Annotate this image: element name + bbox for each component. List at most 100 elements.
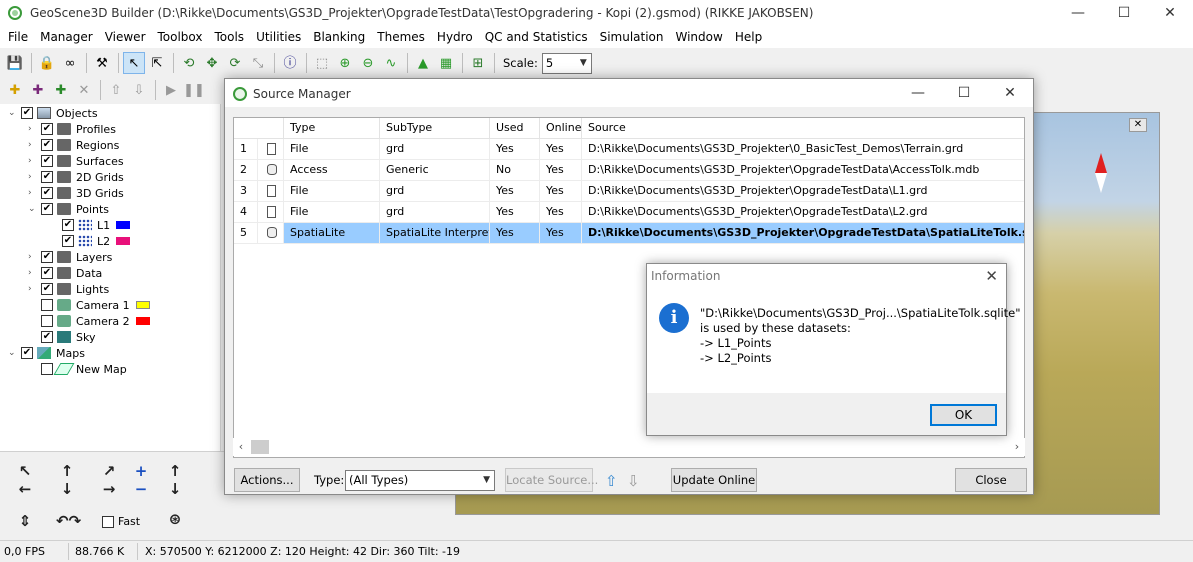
data-checkbox[interactable]: ✔ bbox=[41, 267, 53, 279]
dialog-minimize-button[interactable]: — bbox=[895, 79, 941, 107]
menu-toolbox[interactable]: Toolbox bbox=[152, 30, 209, 44]
move-down-yellow-icon[interactable]: ✚ bbox=[4, 79, 26, 101]
actions-button[interactable]: Actions... bbox=[234, 468, 300, 492]
horizontal-scrollbar[interactable]: ‹ › bbox=[233, 438, 1025, 456]
layers-checkbox[interactable]: ✔ bbox=[41, 251, 53, 263]
camera1-checkbox[interactable] bbox=[41, 299, 53, 311]
new-map-checkbox[interactable] bbox=[41, 363, 53, 375]
terrain-icon[interactable]: ▲ bbox=[412, 52, 434, 74]
scroll-left-icon[interactable]: ‹ bbox=[233, 439, 249, 455]
zoom-view-icon[interactable]: ⟳ bbox=[224, 52, 246, 74]
remove-point-icon[interactable]: ⊖ bbox=[357, 52, 379, 74]
close-window-button[interactable]: ✕ bbox=[1147, 0, 1193, 26]
open-icon[interactable]: 🔒 bbox=[36, 52, 58, 74]
maximize-button[interactable]: ☐ bbox=[1101, 0, 1147, 26]
menu-tools[interactable]: Tools bbox=[209, 30, 251, 44]
scale-select[interactable]: 5 ▼ bbox=[541, 52, 592, 74]
menu-themes[interactable]: Themes bbox=[371, 30, 431, 44]
menu-utilities[interactable]: Utilities bbox=[250, 30, 307, 44]
tree-node-maps[interactable]: ⌄ ✔ Maps bbox=[8, 345, 85, 361]
tree-node-regions[interactable]: › ✔ Regions bbox=[28, 137, 119, 153]
rotate-view-icon[interactable]: ⟲ bbox=[178, 52, 200, 74]
menu-file[interactable]: File bbox=[2, 30, 34, 44]
menu-viewer[interactable]: Viewer bbox=[99, 30, 152, 44]
chevron-down-icon[interactable]: ⌄ bbox=[28, 204, 37, 214]
menu-hydro[interactable]: Hydro bbox=[431, 30, 479, 44]
column-header-online[interactable]: Online bbox=[540, 118, 582, 139]
nav-left-icon[interactable]: ← bbox=[16, 480, 34, 498]
chevron-down-icon[interactable]: ⌄ bbox=[8, 108, 17, 118]
lights-checkbox[interactable]: ✔ bbox=[41, 283, 53, 295]
layer-grid-icon[interactable]: ▦ bbox=[435, 52, 457, 74]
snapshot-icon[interactable]: ⊞ bbox=[467, 52, 489, 74]
pan-view-icon[interactable]: ✥ bbox=[201, 52, 223, 74]
minimize-button[interactable]: — bbox=[1055, 0, 1101, 26]
move-down-icon[interactable]: ⇩ bbox=[627, 472, 640, 490]
menu-blanking[interactable]: Blanking bbox=[307, 30, 371, 44]
update-online-button[interactable]: Update Online bbox=[671, 468, 757, 492]
tree-node-sky[interactable]: ✔ Sky bbox=[41, 329, 95, 345]
scrollbar-thumb[interactable] bbox=[251, 440, 269, 454]
column-header-source[interactable]: Source bbox=[582, 118, 1024, 139]
nav-right-icon[interactable]: → bbox=[100, 480, 118, 498]
chevron-right-icon[interactable]: › bbox=[28, 172, 37, 182]
chevron-right-icon[interactable]: › bbox=[28, 156, 37, 166]
move-up-icon[interactable]: ⇧ bbox=[605, 472, 618, 490]
tree-node-points[interactable]: ⌄ ✔ Points bbox=[28, 201, 109, 217]
points-checkbox[interactable]: ✔ bbox=[41, 203, 53, 215]
scroll-right-icon[interactable]: › bbox=[1009, 439, 1025, 455]
maps-checkbox[interactable]: ✔ bbox=[21, 347, 33, 359]
chevron-right-icon[interactable]: › bbox=[28, 124, 37, 134]
camera2-checkbox[interactable] bbox=[41, 315, 53, 327]
tree-node-layers[interactable]: › ✔ Layers bbox=[28, 249, 112, 265]
tree-node-camera1[interactable]: Camera 1 bbox=[41, 297, 150, 313]
nav-up-icon[interactable]: ↑ bbox=[58, 462, 76, 480]
menu-help[interactable]: Help bbox=[729, 30, 768, 44]
column-header-used[interactable]: Used bbox=[490, 118, 540, 139]
nav-raise-icon[interactable]: ↑ bbox=[166, 462, 184, 480]
grids2d-checkbox[interactable]: ✔ bbox=[41, 171, 53, 183]
menu-qc-statistics[interactable]: QC and Statistics bbox=[479, 30, 594, 44]
tree-node-objects[interactable]: ⌄ ✔ Objects bbox=[8, 105, 98, 121]
objects-checkbox[interactable]: ✔ bbox=[21, 107, 33, 119]
l2-checkbox[interactable]: ✔ bbox=[62, 235, 74, 247]
menu-manager[interactable]: Manager bbox=[34, 30, 99, 44]
zoom-extent-icon[interactable]: ⊛ bbox=[166, 510, 184, 528]
tree-node-data[interactable]: › ✔ Data bbox=[28, 265, 102, 281]
binoculars-icon[interactable]: ∞ bbox=[59, 52, 81, 74]
tree-node-profiles[interactable]: › ✔ Profiles bbox=[28, 121, 116, 137]
close-icon[interactable]: ✕ bbox=[985, 267, 998, 285]
delete-icon[interactable]: ✕ bbox=[73, 79, 95, 101]
move-down-purple-icon[interactable]: ✚ bbox=[27, 79, 49, 101]
close-button[interactable]: Close bbox=[955, 468, 1027, 492]
chevron-right-icon[interactable]: › bbox=[28, 268, 37, 278]
tree-node-2d-grids[interactable]: › ✔ 2D Grids bbox=[28, 169, 124, 185]
fast-toggle[interactable]: Fast bbox=[102, 515, 140, 528]
add-green-icon[interactable]: ✚ bbox=[50, 79, 72, 101]
pause-icon[interactable]: ❚❚ bbox=[183, 79, 205, 101]
nav-diag-up-left-icon[interactable]: ↖ bbox=[16, 462, 34, 480]
chevron-right-icon[interactable]: › bbox=[28, 188, 37, 198]
l1-checkbox[interactable]: ✔ bbox=[62, 219, 74, 231]
chevron-down-icon[interactable]: ⌄ bbox=[8, 348, 17, 358]
sky-checkbox[interactable]: ✔ bbox=[41, 331, 53, 343]
tree-node-new-map[interactable]: New Map bbox=[41, 361, 127, 377]
column-header-type[interactable]: Type bbox=[284, 118, 380, 139]
type-filter-select[interactable]: (All Types) ▼ bbox=[345, 470, 495, 491]
play-icon[interactable]: ▶ bbox=[160, 79, 182, 101]
info-icon[interactable]: ⓘ bbox=[279, 52, 301, 74]
tree-node-3d-grids[interactable]: › ✔ 3D Grids bbox=[28, 185, 124, 201]
tree-node-surfaces[interactable]: › ✔ Surfaces bbox=[28, 153, 124, 169]
tree-node-camera2[interactable]: Camera 2 bbox=[41, 313, 150, 329]
zoom-out-icon[interactable]: − bbox=[132, 480, 150, 498]
surfaces-checkbox[interactable]: ✔ bbox=[41, 155, 53, 167]
fast-checkbox[interactable] bbox=[102, 515, 114, 528]
select-arrow-icon[interactable]: ↖ bbox=[123, 52, 145, 74]
nav-lower-icon[interactable]: ↓ bbox=[166, 480, 184, 498]
menu-window[interactable]: Window bbox=[670, 30, 729, 44]
measure-icon[interactable]: ⤡ bbox=[247, 52, 269, 74]
rotate-icon[interactable]: ↶↷ bbox=[56, 512, 81, 530]
tools-icon[interactable]: ⚒ bbox=[91, 52, 113, 74]
edit-line-icon[interactable]: ∿ bbox=[380, 52, 402, 74]
nav-down-icon[interactable]: ↓ bbox=[58, 480, 76, 498]
